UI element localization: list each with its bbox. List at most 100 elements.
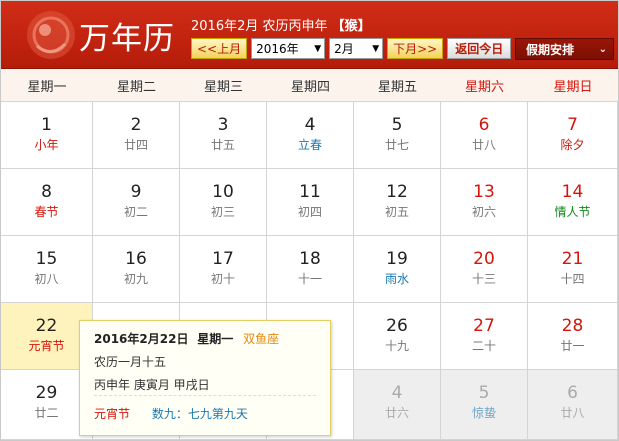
- day-cell[interactable]: 13 初六: [441, 169, 528, 236]
- day-cell[interactable]: 6 廿八: [528, 370, 618, 440]
- back-to-today-button[interactable]: 返回今日: [447, 38, 512, 59]
- day-cell[interactable]: 16 初九: [93, 236, 180, 303]
- holiday-schedule-dropdown[interactable]: 假期安排 ⌄: [515, 38, 614, 60]
- gregorian-day: 4: [304, 115, 316, 135]
- day-cell[interactable]: 4 廿六: [354, 370, 441, 440]
- gregorian-day: 7: [567, 115, 578, 135]
- day-detail-popup: 2016年2月22日 星期一 双鱼座 农历一月十五 丙申年 庚寅月 甲戌日 元宵…: [79, 320, 331, 436]
- gregorian-day: 26: [386, 316, 408, 336]
- day-cell[interactable]: 10 初三: [180, 169, 267, 236]
- day-cell[interactable]: 19 雨水: [354, 236, 441, 303]
- lunar-day: 初三: [210, 205, 235, 219]
- weekday-header: 星期五: [354, 69, 441, 102]
- gregorian-day: 12: [386, 182, 408, 202]
- month-select-value: 2月: [334, 42, 354, 56]
- day-cell[interactable]: 8 春节: [1, 169, 93, 236]
- lunar-day: 春节: [34, 205, 59, 219]
- popup-shujiu: 数九：七九第九天: [151, 407, 248, 421]
- lunar-day: 惊蛰: [471, 406, 496, 420]
- day-cell[interactable]: 5 廿七: [354, 102, 441, 169]
- day-cell[interactable]: 1 小年: [1, 102, 93, 169]
- popup-lunar-date: 农历一月十五: [94, 355, 167, 369]
- day-cell[interactable]: 5 惊蛰: [441, 370, 528, 440]
- lunar-day: 二十: [471, 339, 496, 353]
- lunar-day: 十九: [384, 339, 409, 353]
- day-cell[interactable]: 21 十四: [528, 236, 618, 303]
- page-title: 万年历: [79, 21, 175, 57]
- day-cell[interactable]: 26 十九: [354, 303, 441, 370]
- day-cell[interactable]: 11 初四: [267, 169, 354, 236]
- lunar-day: 廿五: [210, 138, 235, 152]
- gregorian-day: 3: [217, 115, 229, 135]
- day-cell[interactable]: 28 廿一: [528, 303, 618, 370]
- lunar-day: 初十: [210, 272, 235, 286]
- day-cell[interactable]: 27 二十: [441, 303, 528, 370]
- month-summary: 2016年2月 农历丙申年 【猴】: [191, 15, 371, 34]
- lunar-day: 情人节: [554, 205, 591, 219]
- gregorian-day: 5: [391, 115, 403, 135]
- gregorian-day: 28: [561, 316, 584, 336]
- gregorian-day: 20: [473, 249, 495, 269]
- lunar-day: 十三: [471, 272, 496, 286]
- lunar-day: 廿六: [384, 406, 409, 420]
- weekday-header: 星期一: [1, 69, 93, 102]
- monkey-logo-icon: [27, 11, 75, 59]
- chevron-down-icon: ⌄: [598, 43, 607, 55]
- gregorian-day: 9: [130, 182, 142, 202]
- weekday-header: 星期日: [528, 69, 618, 102]
- popup-zodiac: 双鱼座: [243, 332, 280, 346]
- gregorian-day: 10: [212, 182, 234, 202]
- year-select[interactable]: 2016年 ▼: [251, 38, 326, 59]
- day-cell[interactable]: 3 廿五: [180, 102, 267, 169]
- lunar-day: 初四: [297, 205, 322, 219]
- lunar-day: 初二: [123, 205, 148, 219]
- gregorian-day: 18: [299, 249, 321, 269]
- day-cell[interactable]: 17 初十: [180, 236, 267, 303]
- prev-month-button[interactable]: <<上月: [191, 38, 248, 59]
- popup-divider: [94, 395, 316, 396]
- year-select-value: 2016年: [256, 42, 299, 56]
- chevron-down-icon: ▼: [372, 43, 380, 54]
- lunar-day: 廿四: [123, 138, 148, 152]
- day-cell[interactable]: 12 初五: [354, 169, 441, 236]
- month-select[interactable]: 2月 ▼: [329, 38, 384, 59]
- lunar-day: 小年: [34, 138, 59, 152]
- popup-date-line: 2016年2月22日 星期一 双鱼座: [94, 330, 330, 347]
- zodiac-year: 【猴】: [331, 19, 371, 34]
- lunar-day: 初八: [34, 272, 59, 286]
- gregorian-day: 13: [473, 182, 495, 202]
- day-cell[interactable]: 6 廿八: [441, 102, 528, 169]
- lunar-day: 廿八: [471, 138, 496, 152]
- day-cell[interactable]: 14 情人节: [528, 169, 618, 236]
- gregorian-day: 16: [125, 249, 147, 269]
- gregorian-day: 1: [41, 115, 52, 135]
- day-cell[interactable]: 9 初二: [93, 169, 180, 236]
- gregorian-day: 27: [473, 316, 495, 336]
- lunar-day: 廿八: [560, 406, 585, 420]
- lunar-day: 初九: [123, 272, 148, 286]
- calendar-widget: 万年历 2016年2月 农历丙申年 【猴】 <<上月 2016年 ▼ 2月 ▼ …: [0, 0, 619, 441]
- popup-date: 2016年2月22日: [94, 332, 189, 346]
- day-cell[interactable]: 20 十三: [441, 236, 528, 303]
- day-cell[interactable]: 4 立春: [267, 102, 354, 169]
- day-cell[interactable]: 18 十一: [267, 236, 354, 303]
- day-cell[interactable]: 15 初八: [1, 236, 93, 303]
- weekday-header: 星期四: [267, 69, 354, 102]
- gregorian-day: 11: [299, 182, 321, 202]
- lunar-day: 立春: [297, 138, 322, 152]
- lunar-day: 廿七: [384, 138, 409, 152]
- weekday-header: 星期三: [180, 69, 267, 102]
- day-cell[interactable]: 2 廿四: [93, 102, 180, 169]
- gregorian-day: 21: [561, 249, 584, 269]
- lunar-day: 十一: [297, 272, 322, 286]
- popup-festival: 元宵节: [94, 407, 131, 421]
- holiday-schedule-label: 假期安排: [526, 42, 575, 57]
- gregorian-day: 2: [130, 115, 142, 135]
- month-controls: <<上月 2016年 ▼ 2月 ▼ 下月>> 返回今日: [191, 38, 512, 59]
- lunar-day: 廿一: [560, 339, 585, 353]
- gregorian-day: 6: [478, 115, 490, 135]
- weekday-header: 星期六: [441, 69, 528, 102]
- lunar-day: 雨水: [384, 272, 409, 286]
- day-cell[interactable]: 7 除夕: [528, 102, 618, 169]
- next-month-button[interactable]: 下月>>: [387, 38, 444, 59]
